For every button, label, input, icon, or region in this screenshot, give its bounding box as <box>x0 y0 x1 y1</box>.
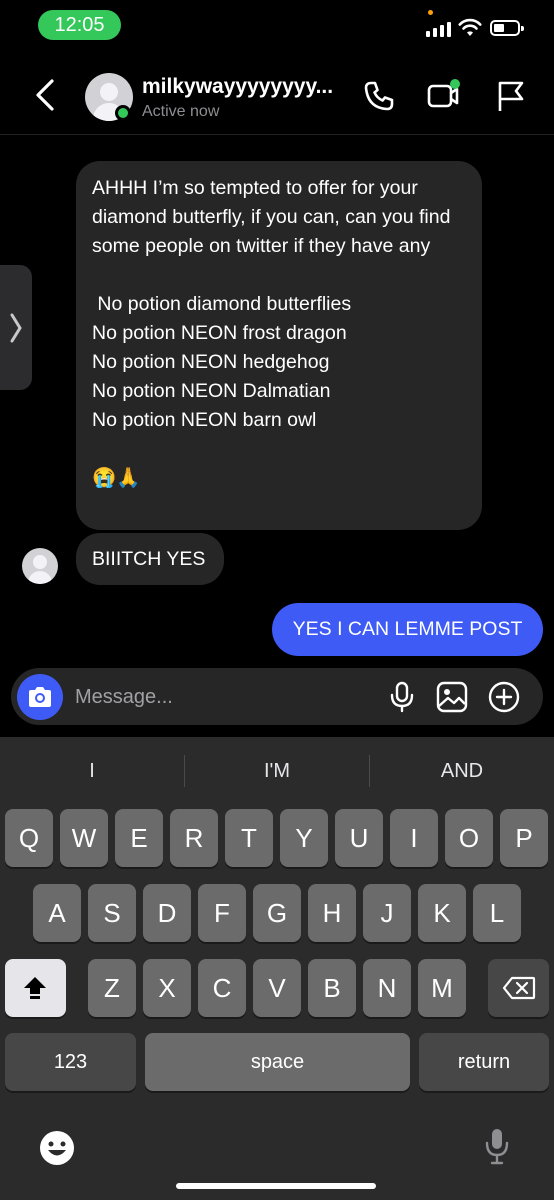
gallery-image-icon[interactable] <box>435 680 469 714</box>
key-w[interactable]: W <box>60 809 108 867</box>
key-c[interactable]: C <box>198 959 246 1017</box>
cellular-signal-icon <box>426 21 452 37</box>
key-f[interactable]: F <box>198 884 246 942</box>
camera-icon <box>29 687 51 707</box>
suggestion-item[interactable]: I'M <box>185 737 369 805</box>
clock-time: 12:05 <box>38 10 121 40</box>
status-bar: 12:05 <box>0 0 554 50</box>
shift-key[interactable] <box>5 959 66 1017</box>
predictive-suggestions: I I'M AND <box>0 737 554 805</box>
message-text: YES I CAN LEMME POST <box>292 618 523 640</box>
add-plus-icon[interactable] <box>487 680 521 714</box>
key-z[interactable]: Z <box>88 959 136 1017</box>
back-chevron-icon[interactable] <box>30 77 60 113</box>
chevron-right-icon <box>10 313 22 343</box>
phone-call-icon[interactable] <box>362 79 396 113</box>
outgoing-message-bubble[interactable]: YES I CAN LEMME POST <box>272 603 543 656</box>
message-text: AHHH I’m so tempted to offer for your di… <box>92 177 451 489</box>
key-j[interactable]: J <box>363 884 411 942</box>
delete-key[interactable] <box>488 959 549 1017</box>
microphone-icon[interactable] <box>385 680 419 714</box>
keyboard: I I'M AND Q W E R T Y U I O P A S D F G … <box>0 737 554 1200</box>
key-r[interactable]: R <box>170 809 218 867</box>
key-o[interactable]: O <box>445 809 493 867</box>
incoming-message-bubble[interactable]: AHHH I’m so tempted to offer for your di… <box>76 161 482 530</box>
video-call-icon[interactable] <box>426 79 460 113</box>
suggestion-item[interactable]: AND <box>370 737 554 805</box>
numbers-key[interactable]: 123 <box>5 1033 136 1091</box>
space-key[interactable]: space <box>145 1033 410 1091</box>
battery-icon <box>490 20 524 36</box>
message-composer <box>11 668 543 725</box>
message-text: BIIITCH YES <box>92 548 206 570</box>
shift-arrow-icon <box>24 977 46 999</box>
chat-header: milkywayyyyyyyy... Active now <box>0 55 554 135</box>
wifi-icon <box>458 18 482 36</box>
chat-username[interactable]: milkywayyyyyyyy... <box>142 75 352 99</box>
incoming-message-bubble[interactable]: BIIITCH YES <box>76 533 224 585</box>
key-d[interactable]: D <box>143 884 191 942</box>
key-k[interactable]: K <box>418 884 466 942</box>
key-t[interactable]: T <box>225 809 273 867</box>
key-s[interactable]: S <box>88 884 136 942</box>
key-e[interactable]: E <box>115 809 163 867</box>
return-key[interactable]: return <box>419 1033 549 1091</box>
key-y[interactable]: Y <box>280 809 328 867</box>
key-l[interactable]: L <box>473 884 521 942</box>
active-status-dot <box>115 105 131 121</box>
flag-report-icon[interactable] <box>494 79 528 113</box>
key-g[interactable]: G <box>253 884 301 942</box>
key-p[interactable]: P <box>500 809 548 867</box>
home-indicator[interactable] <box>176 1183 376 1189</box>
sender-avatar[interactable] <box>22 548 58 584</box>
key-m[interactable]: M <box>418 959 466 1017</box>
key-a[interactable]: A <box>33 884 81 942</box>
key-q[interactable]: Q <box>5 809 53 867</box>
suggestion-item[interactable]: I <box>0 737 184 805</box>
key-v[interactable]: V <box>253 959 301 1017</box>
key-h[interactable]: H <box>308 884 356 942</box>
emoji-icon[interactable] <box>38 1129 76 1167</box>
side-panel-handle[interactable] <box>0 265 32 390</box>
dictation-microphone-icon[interactable] <box>482 1127 512 1167</box>
privacy-indicator-dot <box>428 10 433 15</box>
backspace-icon <box>502 976 536 1000</box>
key-n[interactable]: N <box>363 959 411 1017</box>
key-x[interactable]: X <box>143 959 191 1017</box>
key-i[interactable]: I <box>390 809 438 867</box>
camera-button[interactable] <box>17 674 63 720</box>
activity-status: Active now <box>142 103 220 120</box>
message-input[interactable] <box>75 680 375 714</box>
key-b[interactable]: B <box>308 959 356 1017</box>
key-u[interactable]: U <box>335 809 383 867</box>
